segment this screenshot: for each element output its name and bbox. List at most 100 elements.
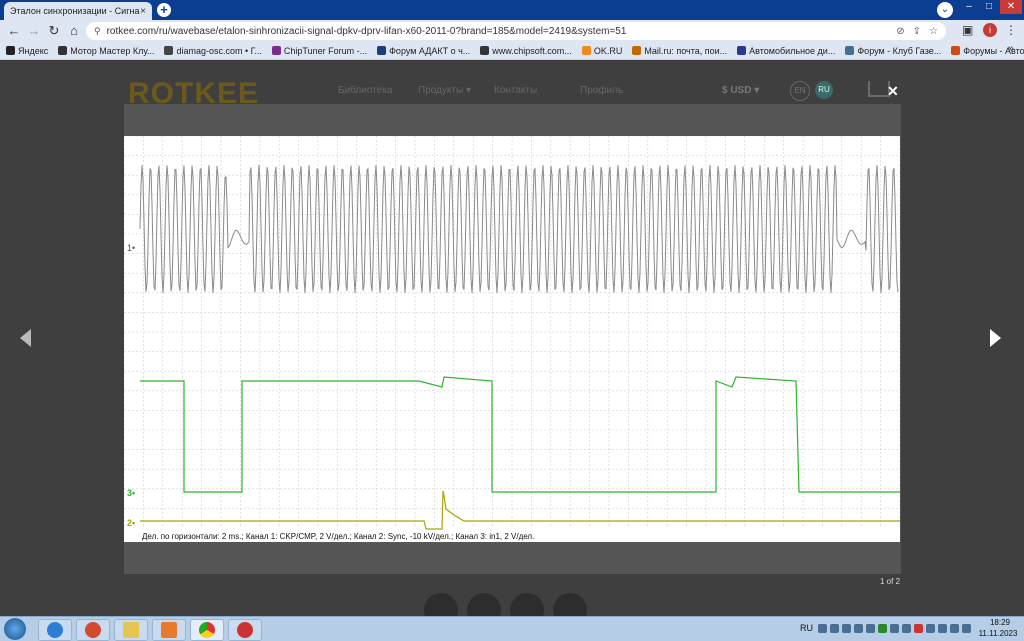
clock-time[interactable]: 18:29 <box>980 618 1020 627</box>
bookmark-favicon-icon <box>164 46 174 55</box>
taskbar-chrome[interactable] <box>190 619 224 641</box>
nav-contacts[interactable]: Контакты <box>494 85 537 96</box>
url-text[interactable]: rotkee.com/ru/wavebase/etalon-sinhroniza… <box>107 26 889 37</box>
site-info-icon[interactable]: ⚲ <box>94 26 101 37</box>
close-tab-icon[interactable]: × <box>140 6 146 17</box>
forward-arrow-icon[interactable]: → <box>26 23 42 39</box>
tray-volume-icon[interactable] <box>854 624 863 633</box>
image-counter: 1 of 2 <box>880 577 901 586</box>
bookmark-label: ChipTuner Forum -... <box>283 45 368 56</box>
bookmark-label: Автомобильное ди... <box>749 45 836 56</box>
bookmark-item[interactable]: OK.RU <box>581 45 623 56</box>
channel-1-trace <box>139 164 899 294</box>
bookmark-favicon-icon <box>581 46 591 55</box>
bookmark-item[interactable]: www.chipsoft.com... <box>480 46 572 56</box>
channel-2-marker: 2• <box>127 518 135 528</box>
browser-tab[interactable]: Эталон синхронизации - Сигна × <box>4 2 152 20</box>
taskbar-media[interactable] <box>152 619 186 641</box>
bookmark-star-icon[interactable]: ☆ <box>929 26 938 37</box>
folder-icon <box>123 622 139 638</box>
lang-en-button[interactable]: EN <box>790 81 810 101</box>
nav-products[interactable]: Продукты ▾ <box>418 85 471 96</box>
share-icon[interactable]: ⇪ <box>913 26 921 37</box>
bookmark-label: www.chipsoft.com... <box>492 45 572 56</box>
ie-icon <box>47 622 63 638</box>
oscillogram-image: 1• 3• 2• Дел. по горизонтали: 2 ms.; Кан… <box>123 135 901 542</box>
close-window-button[interactable]: ✕ <box>1000 0 1022 14</box>
oscillogram-caption: Дел. по горизонтали: 2 ms.; Канал 1: CKP… <box>142 532 534 541</box>
taskbar-ccleaner[interactable] <box>228 619 262 641</box>
tray-flag-icon[interactable] <box>818 624 827 633</box>
ccleaner-icon <box>237 622 253 638</box>
avatar[interactable]: i <box>983 23 997 37</box>
bookmark-item[interactable]: Форум АДАКТ о ч... <box>377 46 470 56</box>
home-icon[interactable]: ⌂ <box>66 23 82 39</box>
currency-select[interactable]: $ USD ▾ <box>722 85 759 96</box>
bookmark-favicon-icon <box>6 46 15 55</box>
nav-profile[interactable]: Профиль <box>580 85 623 96</box>
back-arrow-icon[interactable]: ← <box>6 23 22 39</box>
tray-app6-icon[interactable] <box>938 624 947 633</box>
minimize-window-button[interactable]: – <box>960 0 978 14</box>
tray-app4-icon[interactable] <box>914 624 923 633</box>
tab-title: Эталон синхронизации - Сигна <box>10 6 140 16</box>
taskbar-app[interactable] <box>76 619 110 641</box>
channel-3-trace <box>140 376 900 493</box>
bookmark-label: Мотор Мастер Клу... <box>70 45 155 56</box>
previous-image-arrow[interactable] <box>20 329 31 347</box>
taskbar-ie[interactable] <box>38 619 72 641</box>
reload-icon[interactable]: ↻ <box>46 23 62 39</box>
taskbar: RU 18:29 11.11.2023 <box>0 616 1024 641</box>
media-icon <box>161 622 177 638</box>
close-lightbox-button[interactable]: ✕ <box>887 83 899 100</box>
tray-app8-icon[interactable] <box>962 624 971 633</box>
bookmark-item[interactable]: Форум - Клуб Газе... <box>845 46 941 56</box>
bookmark-favicon-icon <box>951 46 961 55</box>
clock-date[interactable]: 11.11.2023 <box>975 629 1021 638</box>
tab-search-icon[interactable]: ⌄ <box>937 2 953 18</box>
tray-network-icon[interactable] <box>866 624 875 633</box>
bookmark-label: OK.RU <box>593 45 623 56</box>
web-page: ROTKEE Библиотека Продукты ▾ Контакты Пр… <box>0 61 1024 627</box>
sidebar-icon[interactable]: ▣ <box>962 23 973 37</box>
bookmark-item[interactable]: Яндекс <box>6 46 48 56</box>
bookmark-item[interactable]: Автомобильное ди... <box>737 46 835 56</box>
bookmark-favicon-icon <box>377 46 387 55</box>
app-icon <box>85 622 101 638</box>
tray-app1-icon[interactable] <box>878 624 887 633</box>
lang-ru-button[interactable]: RU <box>815 81 833 99</box>
bookmark-favicon-icon <box>58 46 68 55</box>
tray-chevron-icon[interactable] <box>842 624 851 633</box>
bookmark-item[interactable]: diamag-osc.com • Г... <box>164 45 262 56</box>
tray-help-icon[interactable] <box>830 624 839 633</box>
bookmark-item[interactable]: Mail.ru: почта, пои... <box>632 46 727 56</box>
maximize-window-button[interactable]: □ <box>980 0 998 14</box>
channel-1-marker: 1• <box>127 243 135 253</box>
bookmark-label: Форум АДАКТ о ч... <box>389 45 471 56</box>
bookmark-item[interactable]: ChipTuner Forum -... <box>271 45 368 56</box>
more-bookmarks-icon[interactable]: » <box>1008 43 1014 55</box>
taskbar-explorer[interactable] <box>114 619 148 641</box>
bookmark-label: Форум - Клуб Газе... <box>857 45 942 56</box>
bookmark-label: diamag-osc.com • Г... <box>176 45 262 56</box>
next-image-arrow[interactable] <box>990 329 1001 347</box>
tray-app5-icon[interactable] <box>926 624 935 633</box>
bookmark-favicon-icon <box>737 46 747 55</box>
nav-library[interactable]: Библиотека <box>338 85 392 96</box>
tray-language[interactable]: RU <box>800 623 813 633</box>
more-menu-icon[interactable]: ⋮ <box>1005 23 1017 37</box>
channel-2-trace <box>140 490 900 530</box>
tray-app2-icon[interactable] <box>890 624 899 633</box>
tab-bar: Эталон синхронизации - Сигна × + ⌄ – □ ✕ <box>0 0 1024 20</box>
tray-app7-icon[interactable] <box>950 624 959 633</box>
tray-app3-icon[interactable] <box>902 624 911 633</box>
bookmark-label: Mail.ru: почта, пои... <box>644 45 728 56</box>
channel-3-marker: 3• <box>127 488 135 498</box>
start-button[interactable] <box>4 618 26 640</box>
bookmark-item[interactable]: Мотор Мастер Клу... <box>58 46 154 56</box>
bookmark-favicon-icon <box>632 46 642 55</box>
chrome-icon <box>199 622 215 638</box>
new-tab-button[interactable]: + <box>157 3 171 17</box>
eye-off-icon[interactable]: ⊘ <box>896 26 904 37</box>
address-bar[interactable]: ⚲ rotkee.com/ru/wavebase/etalon-sinhroni… <box>86 22 946 40</box>
